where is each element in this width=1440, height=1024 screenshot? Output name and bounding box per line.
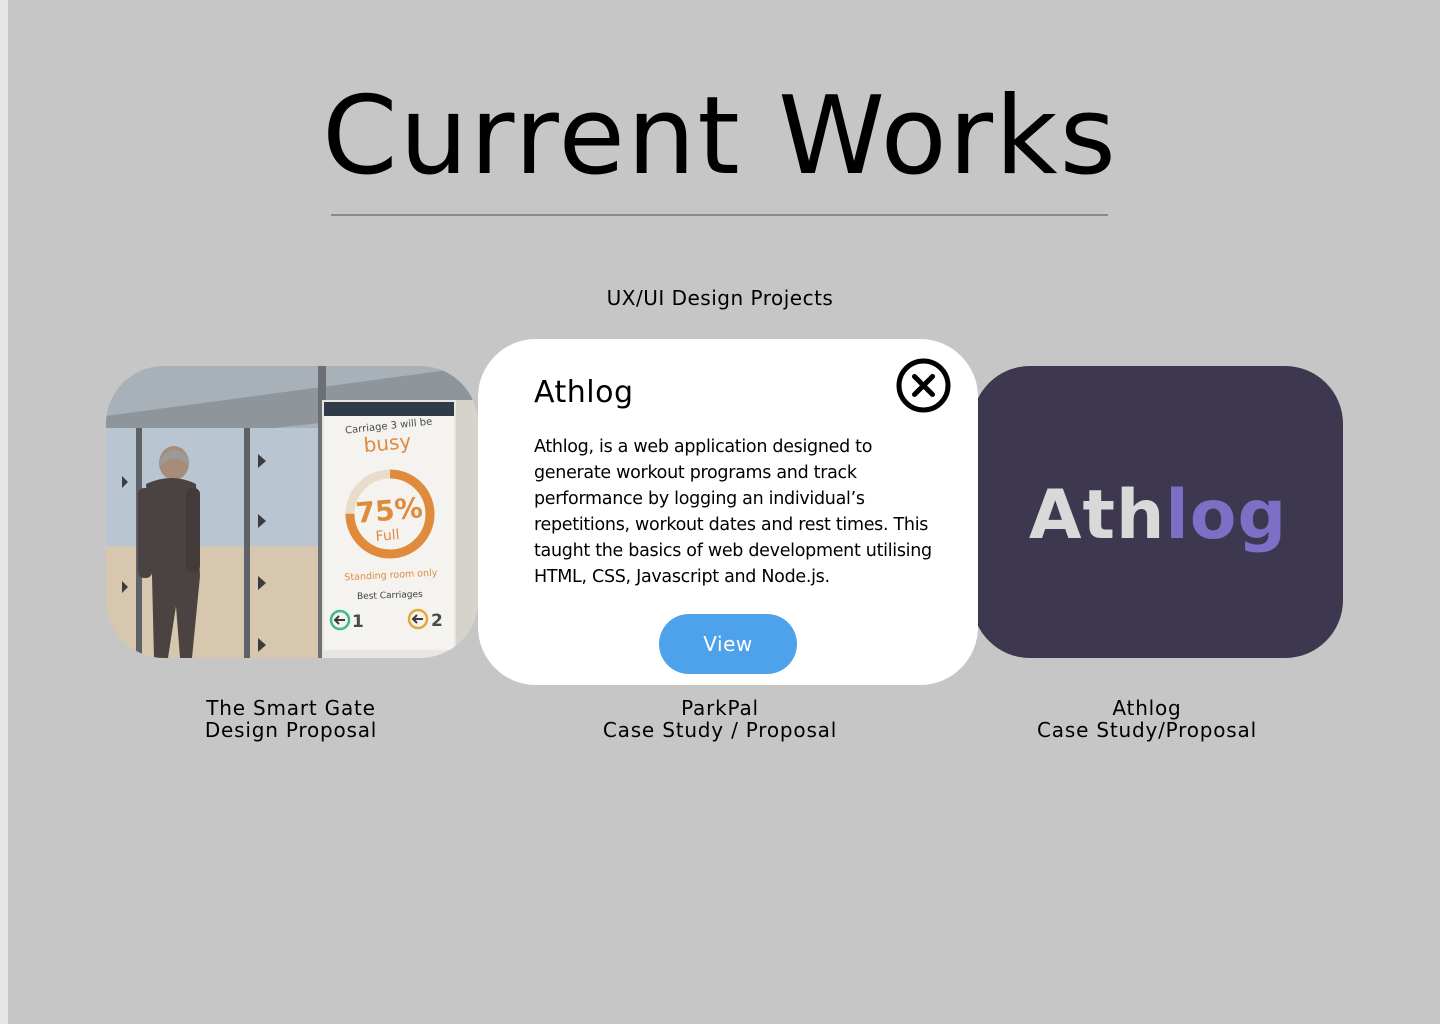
sign-full: Full: [375, 527, 400, 545]
modal-description: Athlog, is a web application designed to…: [534, 437, 932, 587]
project-caption-line-1: ParkPal: [681, 696, 759, 720]
carriage-a: 1: [352, 612, 364, 632]
close-button[interactable]: [896, 358, 951, 413]
close-circle-icon: [896, 358, 951, 413]
athlog-logo-part-1: Ath: [1029, 476, 1166, 555]
sign-percent: 75%: [354, 491, 424, 530]
project-caption-line-1: The Smart Gate: [206, 696, 376, 720]
section-label: UX/UI Design Projects: [606, 286, 834, 310]
project-caption-smart-gate[interactable]: The Smart Gate Design Proposal: [141, 697, 441, 741]
project-card-smart-gate[interactable]: Carriage 3 will be busy 75% Full Standin…: [106, 366, 478, 658]
project-caption-line-2: Design Proposal: [204, 718, 378, 742]
project-card-athlog[interactable]: Athlog: [972, 366, 1343, 658]
project-caption-parkpal[interactable]: ParkPal Case Study / Proposal: [570, 697, 870, 741]
project-detail-modal: Athlog Athlog, is a web application desi…: [478, 339, 978, 685]
svg-text:Athlog: Athlog: [1029, 476, 1287, 555]
modal-title: Athlog: [534, 375, 634, 410]
athlog-logo-part-2: log: [1165, 476, 1287, 555]
project-caption-line-1: Athlog: [1112, 696, 1182, 720]
project-caption-line-2: Case Study / Proposal: [602, 718, 838, 742]
page-title: Current Works: [322, 74, 1118, 199]
project-caption-athlog[interactable]: Athlog Case Study/Proposal: [997, 697, 1297, 741]
carriage-b: 2: [431, 611, 443, 631]
view-button[interactable]: View: [659, 614, 797, 674]
project-caption-line-2: Case Study/Proposal: [1037, 718, 1257, 742]
sign-status: busy: [363, 429, 413, 457]
athlog-logo: Athlog: [1029, 476, 1287, 555]
title-divider: [331, 214, 1108, 216]
smart-gate-image: Carriage 3 will be busy 75% Full Standin…: [106, 366, 478, 658]
